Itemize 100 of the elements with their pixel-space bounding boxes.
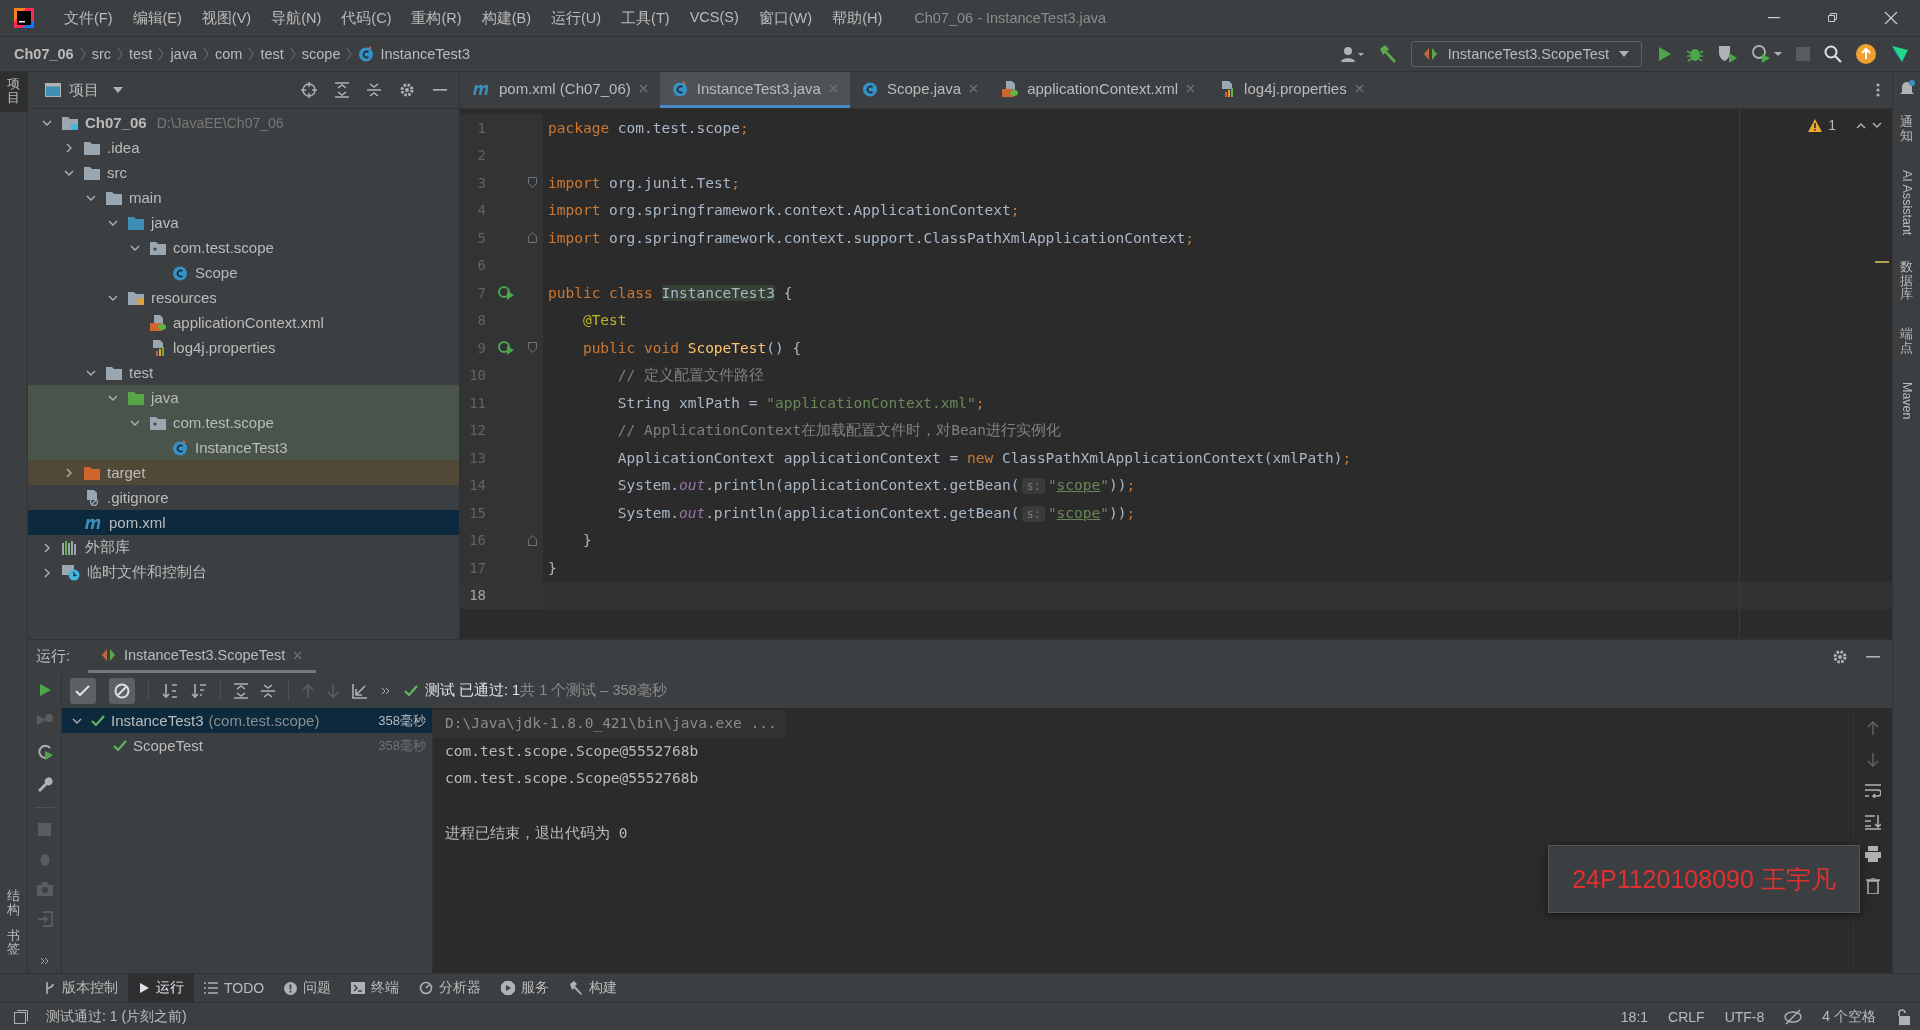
fold-icon[interactable]: [527, 232, 537, 244]
editor-tab[interactable]: pom.xml (Ch07_06): [460, 72, 660, 108]
restore-icon[interactable]: [1826, 12, 1838, 24]
show-passed-toggle[interactable]: [70, 677, 96, 704]
unlock-icon[interactable]: [1896, 1008, 1910, 1025]
tool-window-tab[interactable]: TODO: [194, 974, 275, 1002]
tree-item[interactable]: pom.xml: [28, 510, 459, 535]
warning-icon[interactable]: [1808, 118, 1823, 132]
breadcrumb[interactable]: java: [170, 46, 197, 62]
chevron-right-icon[interactable]: [64, 142, 74, 153]
tool-window-tab[interactable]: 服务: [491, 974, 560, 1002]
toggle-rerun-icon[interactable]: [35, 743, 54, 761]
tree-item[interactable]: com.test.scope: [28, 410, 459, 435]
tool-window-button[interactable]: Maven: [1893, 375, 1920, 426]
menu-item[interactable]: 文件(F): [54, 8, 123, 28]
sort-duration-icon[interactable]: [191, 682, 207, 699]
tool-window-tab[interactable]: 问题: [274, 974, 342, 1002]
tree-item[interactable]: InstanceTest3: [28, 435, 459, 460]
menu-item[interactable]: 帮助(H): [822, 8, 893, 28]
tree-item[interactable]: java: [28, 385, 459, 410]
menu-item[interactable]: 编辑(E): [122, 8, 192, 28]
minimize-icon[interactable]: [1768, 17, 1780, 19]
locate-icon[interactable]: [301, 82, 317, 98]
warning-count[interactable]: 1: [1828, 117, 1836, 133]
run-tab[interactable]: InstanceTest3.ScopeTest: [88, 640, 317, 673]
chevron-right-icon[interactable]: [42, 567, 52, 578]
indent-setting[interactable]: 4 个空格: [1822, 1007, 1876, 1026]
tree-item[interactable]: main: [28, 185, 459, 210]
more-chevrons-icon[interactable]: [381, 686, 391, 695]
minimize-icon[interactable]: [1866, 655, 1880, 658]
tool-window-tab[interactable]: 版本控制: [34, 974, 128, 1002]
tree-item[interactable]: 临时文件和控制台: [28, 560, 459, 585]
chevron-right-icon[interactable]: [64, 467, 74, 478]
import-icon[interactable]: [352, 682, 368, 699]
tree-item[interactable]: 外部库: [28, 535, 459, 560]
hammer-icon[interactable]: [1378, 45, 1397, 63]
chevron-down-icon[interactable]: [1872, 121, 1882, 129]
run-icon[interactable]: [1656, 46, 1672, 62]
file-encoding[interactable]: UTF-8: [1724, 1008, 1765, 1025]
tool-window-button[interactable]: 数据库: [1893, 254, 1920, 309]
chevron-up-icon[interactable]: [1856, 121, 1866, 129]
editor-tab[interactable]: InstanceTest3.java: [659, 72, 850, 108]
search-icon[interactable]: [1824, 45, 1842, 63]
settings-icon[interactable]: [399, 82, 415, 98]
tool-window-tab[interactable]: 分析器: [409, 974, 492, 1002]
fold-icon[interactable]: [527, 534, 537, 546]
tree-item[interactable]: resources: [28, 285, 459, 310]
tool-window-button[interactable]: 端点: [1893, 322, 1920, 362]
tree-item[interactable]: java: [28, 210, 459, 235]
caret-down-icon[interactable]: [113, 87, 123, 93]
chevron-right-icon[interactable]: [42, 542, 52, 553]
menu-item[interactable]: VCS(S): [679, 8, 749, 28]
show-ignored-toggle[interactable]: [109, 677, 135, 704]
menu-item[interactable]: 工具(T): [611, 8, 680, 28]
line-separator[interactable]: CRLF: [1668, 1008, 1705, 1025]
breadcrumb[interactable]: scope: [301, 46, 341, 62]
bell-icon[interactable]: [1898, 80, 1915, 96]
tree-item[interactable]: src: [28, 160, 459, 185]
tool-window-button[interactable]: 项目: [0, 72, 27, 112]
scroll-end-icon[interactable]: [1865, 814, 1881, 830]
menu-item[interactable]: 代码(C): [331, 8, 402, 28]
collapse-all-icon[interactable]: [261, 682, 275, 699]
run-configuration-dropdown[interactable]: InstanceTest3.ScopeTest: [1410, 41, 1642, 67]
tree-item[interactable]: applicationContext.xml: [28, 310, 459, 335]
collapse-all-icon[interactable]: [367, 82, 381, 98]
run-gutter-icon[interactable]: [498, 285, 514, 301]
tool-window-button[interactable]: 通知: [1893, 110, 1920, 150]
breadcrumb[interactable]: InstanceTest3: [358, 46, 470, 62]
tool-window-button[interactable]: AI Assistant: [1893, 163, 1920, 241]
breadcrumb[interactable]: test: [129, 46, 153, 62]
tool-window-button[interactable]: 书签: [0, 923, 27, 963]
inspection-off-icon[interactable]: [1784, 1008, 1803, 1025]
settings-icon[interactable]: [1832, 648, 1848, 665]
tool-window-tab[interactable]: 运行: [128, 974, 194, 1002]
warning-marker[interactable]: [1875, 261, 1889, 263]
caret-position[interactable]: 18:1: [1620, 1008, 1649, 1025]
rerun-icon[interactable]: [37, 683, 52, 697]
print-icon[interactable]: [1865, 846, 1881, 862]
assistant-logo-icon[interactable]: [1890, 44, 1910, 64]
expand-all-icon[interactable]: [335, 82, 349, 98]
trash-icon[interactable]: [1866, 878, 1880, 894]
panel-toggle-icon[interactable]: [14, 1009, 28, 1024]
soft-wrap-icon[interactable]: [1865, 784, 1881, 798]
profile-run-icon[interactable]: [1752, 45, 1782, 63]
run-gutter-icon[interactable]: [498, 340, 514, 356]
menu-item[interactable]: 导航(N): [261, 8, 332, 28]
user-icon[interactable]: [1340, 46, 1365, 62]
editor-tab[interactable]: applicationContext.xml: [990, 72, 1208, 108]
menu-item[interactable]: 视图(V): [191, 8, 262, 28]
menu-item[interactable]: 运行(U): [540, 8, 612, 28]
tool-window-tab[interactable]: 构建: [559, 974, 628, 1002]
tree-item[interactable]: target: [28, 460, 459, 485]
breadcrumb[interactable]: com: [215, 46, 243, 62]
expand-all-icon[interactable]: [234, 682, 248, 699]
tree-item[interactable]: Scope: [28, 260, 459, 285]
tool-window-tab[interactable]: 终端: [341, 974, 410, 1002]
breadcrumb[interactable]: src: [91, 46, 111, 62]
menu-item[interactable]: 重构(R): [401, 8, 472, 28]
tree-item[interactable]: com.test.scope: [28, 235, 459, 260]
tool-window-button[interactable]: 结构: [0, 884, 27, 924]
